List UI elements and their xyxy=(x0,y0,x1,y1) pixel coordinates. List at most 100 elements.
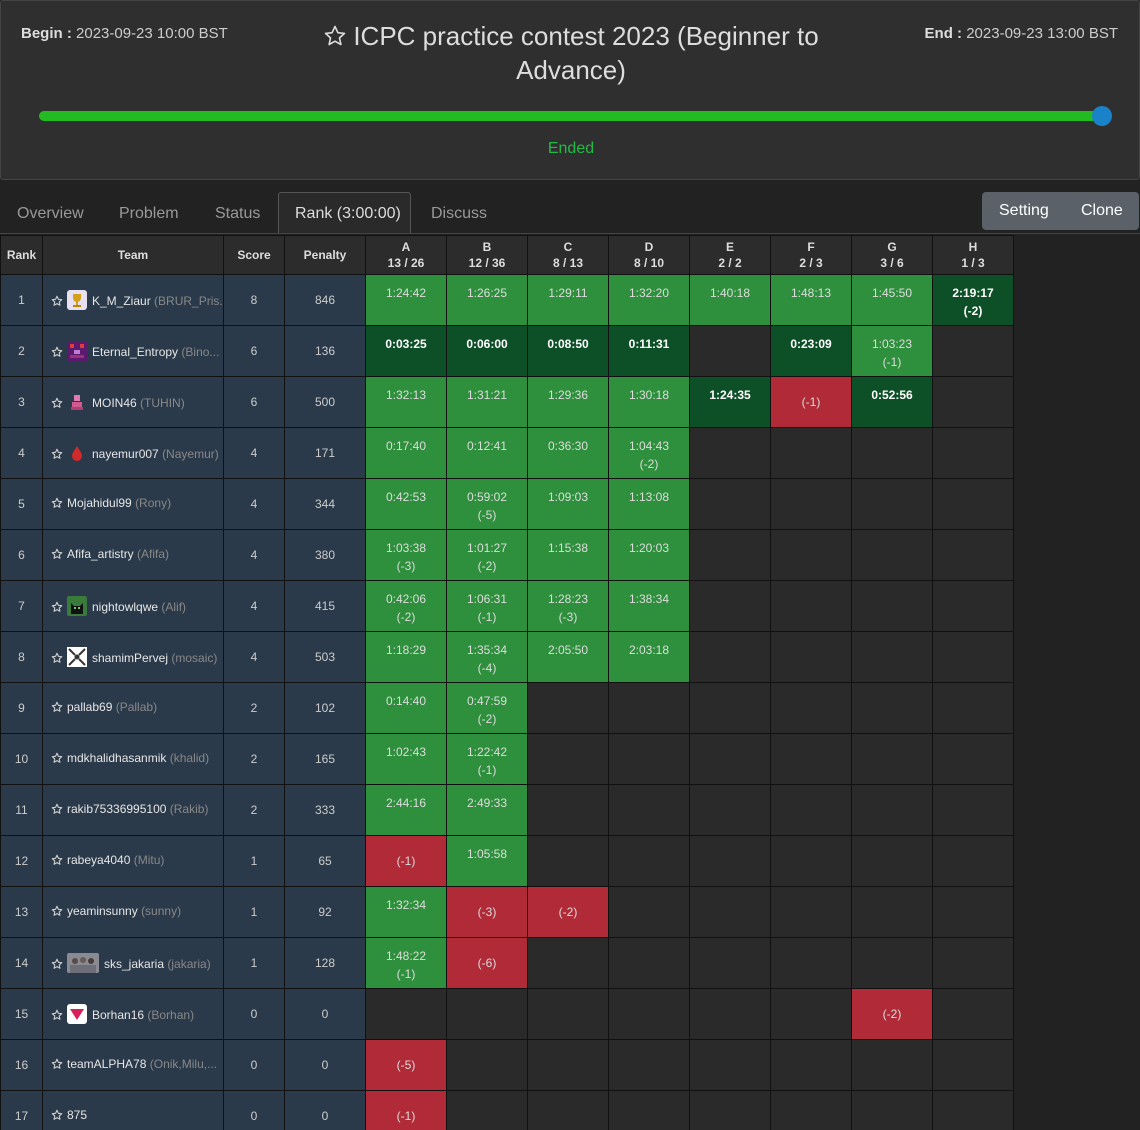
problem-cell-g[interactable]: 1:45:50 xyxy=(851,274,933,326)
problem-cell-b[interactable]: 0:59:02 (-5) xyxy=(446,478,528,530)
problem-cell-a[interactable]: 0:17:40 xyxy=(365,427,447,479)
team-name[interactable]: mdkhalidhasanmik xyxy=(67,751,166,765)
problem-cell-b[interactable]: 1:06:31 (-1) xyxy=(446,580,528,632)
team-name[interactable]: nightowlqwe xyxy=(92,600,158,614)
star-icon[interactable] xyxy=(51,346,63,361)
problem-cell-a[interactable]: 1:32:34 xyxy=(365,886,447,938)
problem-cell-a[interactable]: 2:44:16 xyxy=(365,784,447,836)
setting-button[interactable]: Setting xyxy=(999,192,1049,230)
star-icon[interactable] xyxy=(51,497,63,512)
team-name[interactable]: yeaminsunny xyxy=(67,904,138,918)
problem-cell-b[interactable]: (-6) xyxy=(446,937,528,989)
star-icon[interactable] xyxy=(51,397,63,412)
star-icon[interactable] xyxy=(51,1009,63,1024)
problem-cell-b[interactable]: 1:22:42 (-1) xyxy=(446,733,528,785)
team-name[interactable]: teamALPHA78 xyxy=(67,1057,146,1071)
problem-cell-g[interactable]: (-2) xyxy=(851,988,933,1040)
team-name[interactable]: shamimPervej xyxy=(92,651,168,665)
problem-cell-b[interactable]: 1:05:58 xyxy=(446,835,528,887)
problem-cell-d[interactable]: 1:04:43 (-2) xyxy=(608,427,690,479)
problem-cell-a[interactable]: (-5) xyxy=(365,1039,447,1091)
team-name[interactable]: Eternal_Entropy xyxy=(92,345,178,359)
problem-cell-c[interactable]: (-2) xyxy=(527,886,609,938)
problem-cell-a[interactable]: 0:42:06 (-2) xyxy=(365,580,447,632)
problem-cell-a[interactable]: 1:24:42 xyxy=(365,274,447,326)
problem-cell-a[interactable]: 0:42:53 xyxy=(365,478,447,530)
problem-cell-b[interactable]: 2:49:33 xyxy=(446,784,528,836)
star-icon[interactable] xyxy=(51,601,63,616)
problem-header-b[interactable]: B 12 / 36 xyxy=(446,235,528,275)
problem-cell-b[interactable]: 0:47:59 (-2) xyxy=(446,682,528,734)
problem-cell-c[interactable]: 2:05:50 xyxy=(527,631,609,683)
favorite-star-icon[interactable] xyxy=(323,24,347,55)
problem-cell-c[interactable]: 1:29:11 xyxy=(527,274,609,326)
problem-cell-a[interactable]: 0:03:25 xyxy=(365,325,447,377)
problem-cell-b[interactable]: 1:35:34 (-4) xyxy=(446,631,528,683)
problem-cell-c[interactable]: 1:29:36 xyxy=(527,376,609,428)
star-icon[interactable] xyxy=(51,905,63,920)
star-icon[interactable] xyxy=(51,295,63,310)
problem-cell-c[interactable]: 0:08:50 xyxy=(527,325,609,377)
team-name[interactable]: K_M_Ziaur xyxy=(92,294,151,308)
problem-cell-f[interactable]: 1:48:13 xyxy=(770,274,852,326)
problem-cell-b[interactable]: 1:01:27 (-2) xyxy=(446,529,528,581)
star-icon[interactable] xyxy=(51,752,63,767)
star-icon[interactable] xyxy=(51,854,63,869)
problem-cell-d[interactable]: 0:11:31 xyxy=(608,325,690,377)
problem-cell-a[interactable]: 1:03:38 (-3) xyxy=(365,529,447,581)
problem-cell-b[interactable]: (-3) xyxy=(446,886,528,938)
problem-cell-a[interactable]: 0:14:40 xyxy=(365,682,447,734)
tab-status[interactable]: Status xyxy=(215,192,260,234)
problem-cell-a[interactable]: 1:18:29 xyxy=(365,631,447,683)
problem-cell-a[interactable]: (-1) xyxy=(365,1090,447,1130)
problem-cell-c[interactable]: 1:15:38 xyxy=(527,529,609,581)
problem-cell-f[interactable]: 0:23:09 xyxy=(770,325,852,377)
problem-cell-b[interactable]: 1:31:21 xyxy=(446,376,528,428)
tab-discuss[interactable]: Discuss xyxy=(431,192,487,234)
problem-cell-d[interactable]: 1:20:03 xyxy=(608,529,690,581)
star-icon[interactable] xyxy=(51,1109,63,1124)
star-icon[interactable] xyxy=(51,1058,63,1073)
team-name[interactable]: rabeya4040 xyxy=(67,853,130,867)
team-name[interactable]: Mojahidul99 xyxy=(67,496,132,510)
star-icon[interactable] xyxy=(51,548,63,563)
problem-cell-e[interactable]: 1:40:18 xyxy=(689,274,771,326)
team-name[interactable]: nayemur007 xyxy=(92,447,159,461)
star-icon[interactable] xyxy=(51,803,63,818)
team-name[interactable]: rakib75336995100 xyxy=(67,802,166,816)
problem-cell-c[interactable]: 0:36:30 xyxy=(527,427,609,479)
tab-rank[interactable]: Rank (3:00:00) xyxy=(278,192,411,234)
star-icon[interactable] xyxy=(51,652,63,667)
problem-cell-g[interactable]: 0:52:56 xyxy=(851,376,933,428)
progress-handle[interactable] xyxy=(1092,106,1112,126)
problem-header-a[interactable]: A 13 / 26 xyxy=(365,235,447,275)
problem-cell-g[interactable]: 1:03:23 (-1) xyxy=(851,325,933,377)
problem-cell-b[interactable]: 0:06:00 xyxy=(446,325,528,377)
problem-cell-c[interactable]: 1:09:03 xyxy=(527,478,609,530)
team-name[interactable]: 875 xyxy=(67,1108,87,1122)
problem-header-e[interactable]: E2 / 2 xyxy=(689,235,771,275)
problem-cell-f[interactable]: (-1) xyxy=(770,376,852,428)
problem-header-f[interactable]: F2 / 3 xyxy=(770,235,852,275)
problem-header-h[interactable]: H1 / 3 xyxy=(932,235,1014,275)
team-name[interactable]: Afifa_artistry xyxy=(67,547,134,561)
problem-cell-d[interactable]: 1:30:18 xyxy=(608,376,690,428)
team-name[interactable]: sks_jakaria xyxy=(104,957,164,971)
star-icon[interactable] xyxy=(51,448,63,463)
problem-cell-d[interactable]: 1:32:20 xyxy=(608,274,690,326)
problem-cell-d[interactable]: 1:38:34 xyxy=(608,580,690,632)
tab-overview[interactable]: Overview xyxy=(17,192,84,234)
problem-cell-b[interactable]: 1:26:25 xyxy=(446,274,528,326)
problem-header-d[interactable]: D8 / 10 xyxy=(608,235,690,275)
team-name[interactable]: Borhan16 xyxy=(92,1008,144,1022)
problem-cell-d[interactable]: 1:13:08 xyxy=(608,478,690,530)
problem-cell-b[interactable]: 0:12:41 xyxy=(446,427,528,479)
star-icon[interactable] xyxy=(51,701,63,716)
problem-cell-a[interactable]: 1:02:43 xyxy=(365,733,447,785)
star-icon[interactable] xyxy=(51,958,63,973)
tab-problem[interactable]: Problem xyxy=(119,192,179,234)
clone-button[interactable]: Clone xyxy=(1081,192,1123,230)
problem-header-g[interactable]: G3 / 6 xyxy=(851,235,933,275)
problem-cell-d[interactable]: 2:03:18 xyxy=(608,631,690,683)
team-name[interactable]: pallab69 xyxy=(67,700,112,714)
